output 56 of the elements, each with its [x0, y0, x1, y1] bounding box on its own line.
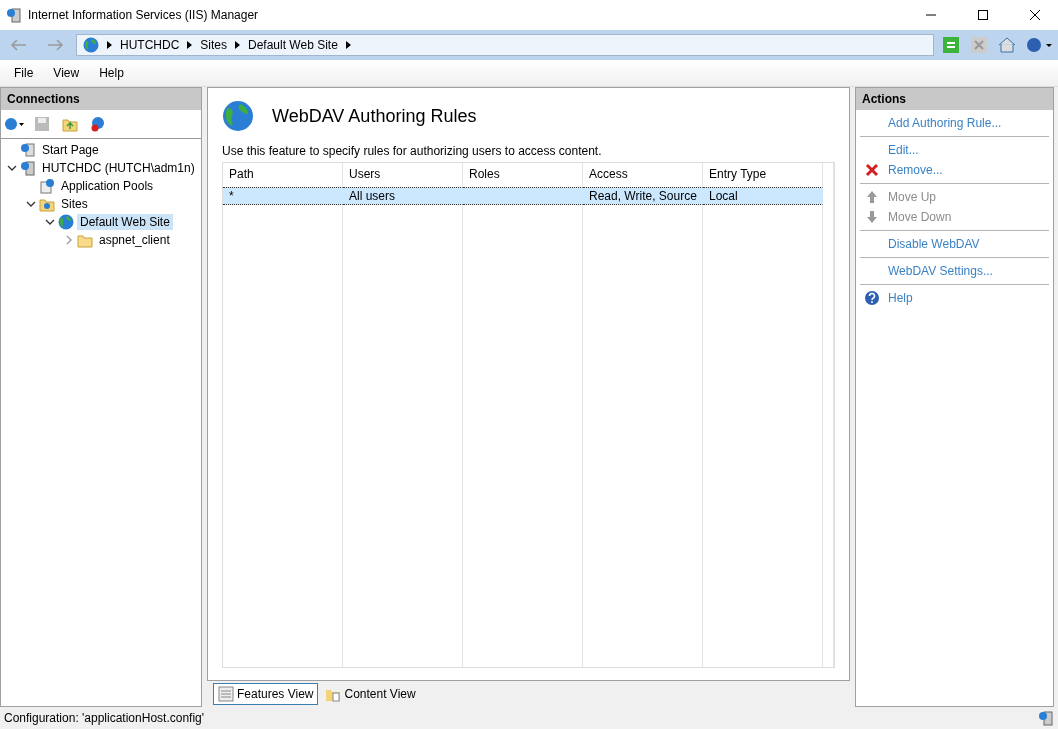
tree-item[interactable]: Application Pools [58, 178, 157, 194]
tree-item[interactable]: Sites [58, 196, 91, 212]
action-link[interactable]: WebDAV Settings... [888, 264, 993, 278]
server-icon [1038, 710, 1054, 726]
breadcrumb-item[interactable]: HUTCHDC [120, 38, 180, 52]
feature-description: Use this feature to specify rules for authorizing users to access content. [222, 144, 603, 158]
refresh-button[interactable] [940, 34, 962, 56]
action-link[interactable]: Remove... [888, 163, 943, 177]
breadcrumb-item[interactable]: Default Web Site [248, 38, 338, 52]
help-icon [864, 290, 880, 306]
menu-item[interactable]: Help [99, 66, 124, 80]
chevron-right-icon[interactable] [64, 235, 74, 245]
menu-item[interactable]: View [53, 66, 80, 80]
window-title: Internet Information Services (IIS) Manager [28, 8, 260, 22]
arrow-down-icon [866, 210, 878, 224]
panel-header: Connections [1, 88, 201, 110]
triangle-right-icon [187, 41, 193, 49]
globe-icon [83, 37, 99, 53]
app-icon [6, 7, 22, 23]
breadcrumb-item[interactable]: Sites [200, 38, 227, 52]
action-link[interactable]: Edit... [888, 143, 919, 157]
table-cell: All users [343, 187, 463, 205]
view-tab[interactable]: Features View [213, 683, 319, 705]
triangle-right-icon [235, 41, 240, 49]
chevron-down-icon[interactable] [7, 163, 17, 173]
close-icon [1030, 10, 1040, 20]
maximize-icon [978, 10, 988, 20]
folder-globe-icon [39, 196, 55, 212]
tree-item[interactable]: aspnet_client [96, 232, 173, 248]
list-window-icon [218, 686, 234, 702]
action-link[interactable]: Help [888, 291, 913, 305]
arrow-left-icon [11, 39, 27, 51]
status-text: Configuration: 'applicationHost.config' [4, 711, 205, 725]
server-icon [20, 160, 36, 176]
feature-title: WebDAV Authoring Rules [272, 105, 477, 127]
action-link[interactable]: Disable WebDAV [888, 237, 980, 251]
folder-icon [77, 232, 93, 248]
tree-item[interactable]: HUTCHDC (HUTCH\adm1n) [39, 160, 198, 176]
arrow-right-icon [47, 39, 63, 51]
panel-header: Actions [856, 88, 1053, 110]
delete-x-icon [865, 163, 879, 177]
globe-icon [58, 214, 74, 230]
table-cell: Local [703, 187, 823, 205]
tree-item[interactable]: Start Page [39, 142, 102, 158]
triangle-right-icon [345, 41, 351, 49]
triangle-right-icon [107, 41, 112, 49]
globe-icon [222, 100, 254, 132]
tree-item[interactable]: Default Web Site [77, 214, 173, 230]
address-bar[interactable]: HUTCHDC Sites Default Web Site [76, 34, 934, 56]
action-link[interactable]: Add Authoring Rule... [888, 116, 1002, 130]
table-cell: * [223, 187, 343, 205]
stop-button[interactable] [968, 34, 990, 56]
table-cell: Read, Write, Source [583, 187, 703, 205]
arrow-up-icon [866, 190, 878, 204]
view-tab[interactable]: Content View [320, 683, 421, 705]
menu-item[interactable]: File [14, 66, 34, 80]
